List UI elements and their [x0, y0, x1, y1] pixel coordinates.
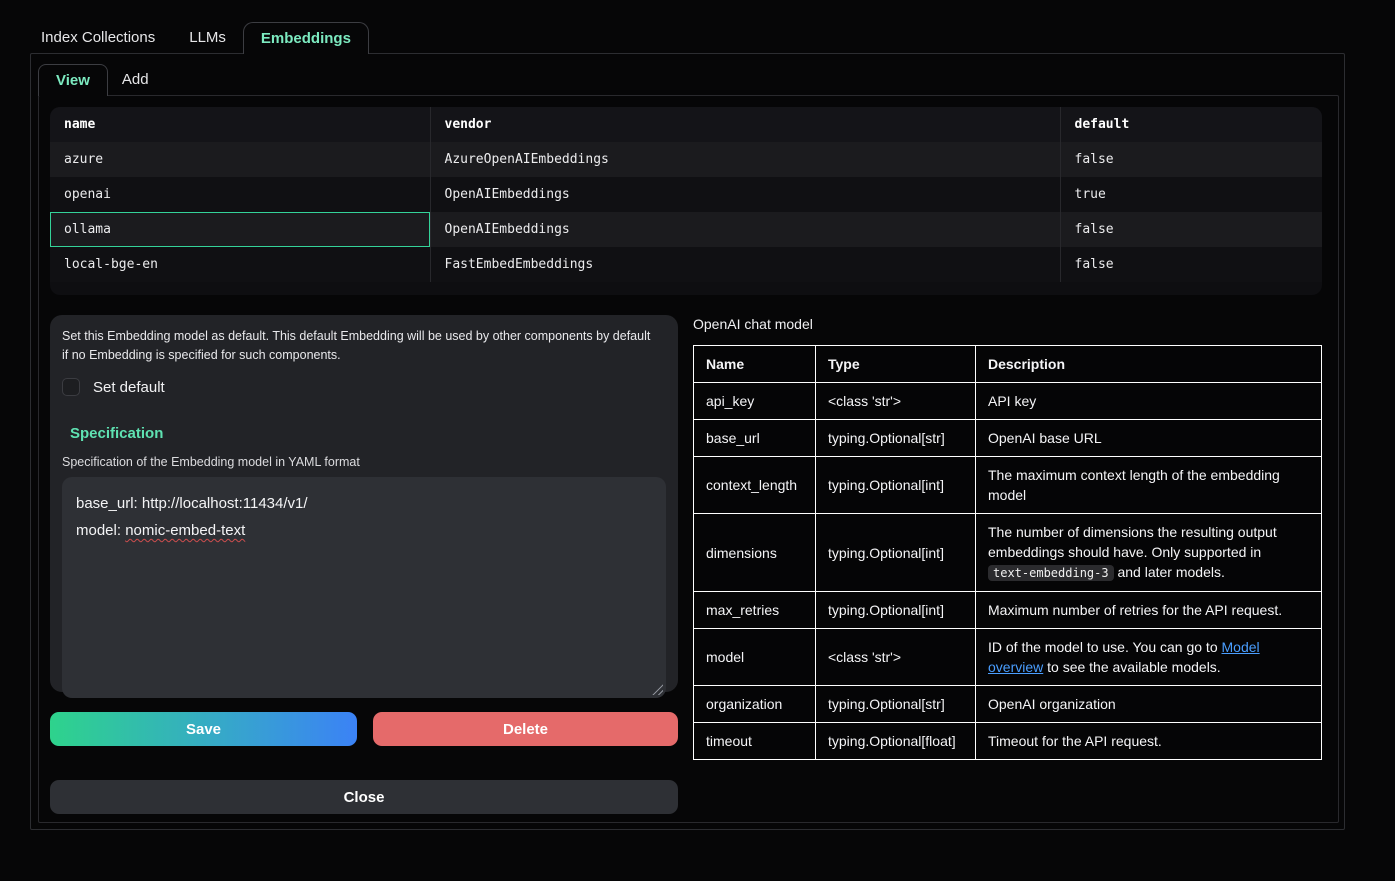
- param-type: typing.Optional[int]: [816, 514, 976, 592]
- embeddings-table-header: name vendor default: [50, 107, 1322, 142]
- delete-button[interactable]: Delete: [373, 712, 678, 746]
- column-header-vendor: vendor: [430, 107, 1060, 142]
- specification-heading: Specification: [70, 425, 666, 442]
- tab-llms[interactable]: LLMs: [172, 22, 243, 53]
- model-parameters-table: Name Type Description api_key <class 'st…: [693, 345, 1322, 760]
- details-title: OpenAI chat model: [693, 316, 813, 332]
- param-name: api_key: [694, 383, 816, 420]
- param-type: <class 'str'>: [816, 383, 976, 420]
- param-name: dimensions: [694, 514, 816, 592]
- cell-name-selected[interactable]: ollama: [50, 212, 430, 247]
- table-row-azure[interactable]: azure AzureOpenAIEmbeddings false: [50, 142, 1322, 177]
- embedding-editor-card: Set this Embedding model as default. Thi…: [50, 315, 678, 692]
- param-type: <class 'str'>: [816, 629, 976, 686]
- param-description: API key: [976, 383, 1322, 420]
- cell-default[interactable]: false: [1060, 142, 1322, 177]
- cell-default[interactable]: false: [1060, 247, 1322, 282]
- param-row-model: model <class 'str'> ID of the model to u…: [694, 629, 1322, 686]
- param-description: The number of dimensions the resulting o…: [976, 514, 1322, 592]
- param-description: Timeout for the API request.: [976, 723, 1322, 760]
- save-button[interactable]: Save: [50, 712, 357, 746]
- tab-embeddings[interactable]: Embeddings: [243, 22, 369, 54]
- param-description: OpenAI organization: [976, 686, 1322, 723]
- specification-subtitle: Specification of the Embedding model in …: [62, 455, 666, 469]
- param-row-api-key: api_key <class 'str'> API key: [694, 383, 1322, 420]
- cell-default[interactable]: true: [1060, 177, 1322, 212]
- param-row-organization: organization typing.Optional[str] OpenAI…: [694, 686, 1322, 723]
- close-button[interactable]: Close: [50, 780, 678, 814]
- param-description: ID of the model to use. You can go to Mo…: [976, 629, 1322, 686]
- sub-tab-bar: View Add: [38, 64, 163, 96]
- cell-vendor[interactable]: OpenAIEmbeddings: [430, 212, 1060, 247]
- table-row-ollama-selected[interactable]: ollama OpenAIEmbeddings false: [50, 212, 1322, 247]
- param-type: typing.Optional[int]: [816, 457, 976, 514]
- param-type: typing.Optional[str]: [816, 420, 976, 457]
- textarea-resize-handle[interactable]: [652, 684, 663, 695]
- param-row-timeout: timeout typing.Optional[float] Timeout f…: [694, 723, 1322, 760]
- param-row-max-retries: max_retries typing.Optional[int] Maximum…: [694, 592, 1322, 629]
- embeddings-table: name vendor default azure AzureOpenAIEmb…: [50, 107, 1322, 282]
- param-name: timeout: [694, 723, 816, 760]
- cell-vendor[interactable]: AzureOpenAIEmbeddings: [430, 142, 1060, 177]
- cell-name[interactable]: local-bge-en: [50, 247, 430, 282]
- tab-view[interactable]: View: [38, 64, 108, 96]
- set-default-checkbox[interactable]: [62, 378, 80, 396]
- cell-vendor[interactable]: OpenAIEmbeddings: [430, 177, 1060, 212]
- param-row-base-url: base_url typing.Optional[str] OpenAI bas…: [694, 420, 1322, 457]
- embeddings-table-container: name vendor default azure AzureOpenAIEmb…: [50, 107, 1322, 295]
- main-tab-bar: Index Collections LLMs Embeddings: [24, 22, 369, 54]
- yaml-line-1: base_url: http://localhost:11434/v1/: [76, 490, 652, 517]
- details-column-name: Name: [694, 346, 816, 383]
- set-default-label: Set default: [93, 379, 165, 396]
- param-name: model: [694, 629, 816, 686]
- param-description: OpenAI base URL: [976, 420, 1322, 457]
- details-column-type: Type: [816, 346, 976, 383]
- column-header-default: default: [1060, 107, 1322, 142]
- cell-name[interactable]: azure: [50, 142, 430, 177]
- column-header-name: name: [50, 107, 430, 142]
- tab-add[interactable]: Add: [108, 64, 163, 95]
- cell-default[interactable]: false: [1060, 212, 1322, 247]
- details-column-description: Description: [976, 346, 1322, 383]
- yaml-line-2: model: nomic-embed-text: [76, 517, 652, 544]
- param-description: The maximum context length of the embedd…: [976, 457, 1322, 514]
- param-name: base_url: [694, 420, 816, 457]
- param-name: organization: [694, 686, 816, 723]
- table-row-openai[interactable]: openai OpenAIEmbeddings true: [50, 177, 1322, 212]
- set-default-checkbox-row[interactable]: Set default: [62, 378, 666, 396]
- embeddings-panel: View Add name vendor default azure Azure…: [30, 53, 1345, 830]
- param-type: typing.Optional[float]: [816, 723, 976, 760]
- param-name: context_length: [694, 457, 816, 514]
- param-row-dimensions: dimensions typing.Optional[int] The numb…: [694, 514, 1322, 592]
- param-type: typing.Optional[str]: [816, 686, 976, 723]
- yaml-model-value: nomic-embed-text: [125, 522, 245, 539]
- param-type: typing.Optional[int]: [816, 592, 976, 629]
- details-header-row: Name Type Description: [694, 346, 1322, 383]
- param-description: Maximum number of retries for the API re…: [976, 592, 1322, 629]
- tab-index-collections[interactable]: Index Collections: [24, 22, 172, 53]
- yaml-spec-editor[interactable]: base_url: http://localhost:11434/v1/ mod…: [62, 477, 666, 698]
- code-chip-text-embedding-3: text-embedding-3: [988, 565, 1114, 581]
- param-name: max_retries: [694, 592, 816, 629]
- view-tab-panel: name vendor default azure AzureOpenAIEmb…: [38, 95, 1339, 823]
- cell-name[interactable]: openai: [50, 177, 430, 212]
- param-row-context-length: context_length typing.Optional[int] The …: [694, 457, 1322, 514]
- cell-vendor[interactable]: FastEmbedEmbeddings: [430, 247, 1060, 282]
- table-row-local-bge-en[interactable]: local-bge-en FastEmbedEmbeddings false: [50, 247, 1322, 282]
- set-default-description: Set this Embedding model as default. Thi…: [62, 327, 654, 365]
